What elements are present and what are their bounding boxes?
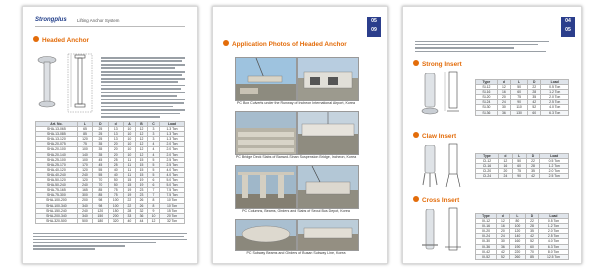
photo-subway-beams bbox=[235, 219, 297, 251]
brand-header: Strongplus Lifting Anchor System bbox=[35, 17, 185, 27]
claw-insert-table: Type d L D Load CI-12 12 50 22 0.5 Ton CI-16 16 60 2… bbox=[475, 152, 569, 180]
strong-insert-drawing bbox=[444, 71, 459, 112]
table-cell: 32 Ton bbox=[159, 217, 185, 224]
caption-1: PC Box Culverts under the Runway of Inch… bbox=[236, 101, 356, 105]
table-cell: 40 bbox=[122, 217, 136, 224]
table-cell: 44 bbox=[134, 217, 148, 224]
table-cell: 6.3 Ton bbox=[540, 109, 569, 116]
cross-insert-drawing bbox=[445, 207, 461, 251]
bullet-icon bbox=[33, 36, 39, 43]
strong-insert-illustration bbox=[421, 73, 439, 115]
table-row: SI-36 36 130 60 6.3 Ton bbox=[475, 109, 569, 116]
photo-box-culvert bbox=[297, 57, 359, 101]
photo-columns-beams bbox=[235, 165, 297, 209]
table-cell: 24 bbox=[497, 173, 513, 180]
strong-insert-table: Type d L D Load SI-12 12 50 22 0.5 Ton SI-16 16 60 2… bbox=[475, 78, 569, 116]
caption-4: PC Subway Beams and Girders of Busan Sub… bbox=[246, 251, 346, 255]
table-cell: 180 bbox=[92, 217, 109, 224]
bullet-icon bbox=[223, 40, 229, 47]
section-title-claw-insert: Claw Insert bbox=[413, 132, 456, 140]
bullet-icon bbox=[413, 196, 419, 203]
table-cell: 12 bbox=[146, 217, 161, 224]
intro-text bbox=[415, 41, 549, 54]
cross-insert-illustration bbox=[422, 209, 438, 250]
footnotes bbox=[33, 233, 187, 251]
brand-logo: Strongplus bbox=[35, 17, 67, 23]
bullet-icon bbox=[413, 132, 419, 139]
table-cell: 130 bbox=[510, 109, 529, 116]
photo-deck-slab bbox=[235, 111, 297, 155]
page-application-photos: 05 09 Application Photos of Headed Anchor… bbox=[212, 6, 388, 264]
brochure-spread: Strongplus Lifting Anchor System Headed … bbox=[0, 0, 603, 268]
section-title-headed-anchor: Headed Anchor bbox=[33, 36, 89, 44]
table-cell: 85 bbox=[525, 253, 539, 260]
page-number-tab: 04 05 bbox=[561, 17, 575, 37]
caption-2: PC Bridge Deck Slabs of Banwol-Sinan Sus… bbox=[235, 155, 357, 159]
anchor-dimension-drawing bbox=[67, 53, 93, 113]
table-cell: 12.5 Ton bbox=[537, 253, 570, 260]
photo-crane-lift bbox=[235, 57, 297, 101]
table-cell: SI-36 bbox=[475, 109, 498, 116]
photo-bus-depot bbox=[297, 165, 359, 209]
photo-subway-girders bbox=[297, 219, 359, 251]
table-cell: 500 bbox=[76, 217, 94, 224]
claw-insert-illustration bbox=[422, 145, 438, 187]
table-cell: XI-52 bbox=[475, 253, 497, 260]
table-row: SHA-320-500 500 180 320 40 44 12 32 Ton bbox=[35, 217, 185, 224]
caption-3: PC Columns, Beams, Girders and Slabs of … bbox=[242, 209, 350, 213]
bullet-icon bbox=[413, 60, 419, 67]
page-inserts: 04 05 Strong Insert Type d L D Load SI-12 12 50… bbox=[402, 6, 582, 264]
page-headed-anchor: Strongplus Lifting Anchor System Headed … bbox=[22, 6, 198, 264]
brand-subtitle: Lifting Anchor System bbox=[77, 18, 120, 23]
table-cell: 260 bbox=[508, 253, 527, 260]
claw-insert-drawing bbox=[445, 143, 461, 188]
table-row: CI-24 24 90 42 2.5 Ton bbox=[475, 173, 569, 180]
description-text bbox=[101, 57, 185, 120]
section-title-application-photos: Application Photos of Headed Anchor bbox=[223, 40, 347, 48]
headed-anchor-illustration bbox=[37, 56, 57, 108]
section-title-strong-insert: Strong Insert bbox=[413, 60, 462, 68]
table-cell: 2.5 Ton bbox=[539, 173, 569, 180]
section-title-cross-insert: Cross Insert bbox=[413, 196, 459, 204]
table-row: XI-52 52 260 85 12.5 Ton bbox=[475, 253, 570, 260]
page-number-tab: 05 09 bbox=[367, 17, 381, 37]
photo-bridge-slab bbox=[297, 111, 359, 155]
table-cell: SHA-320-500 bbox=[35, 217, 78, 224]
headed-anchor-spec-table: Art. No. L Dd A B C Load SHA-13-065 65 25 13 10 12 3… bbox=[35, 120, 185, 224]
cross-insert-table: Type d L D Load XI-12 12 80 22 0.5 Ton XI-16 16 100… bbox=[475, 212, 570, 260]
table-cell: 60 bbox=[527, 109, 542, 116]
table-cell: CI-24 bbox=[475, 173, 499, 180]
table-cell: 90 bbox=[511, 173, 527, 180]
table-cell: 42 bbox=[525, 173, 541, 180]
table-cell: 320 bbox=[107, 217, 124, 224]
table-cell: 52 bbox=[495, 253, 510, 260]
table-cell: 36 bbox=[496, 109, 512, 116]
